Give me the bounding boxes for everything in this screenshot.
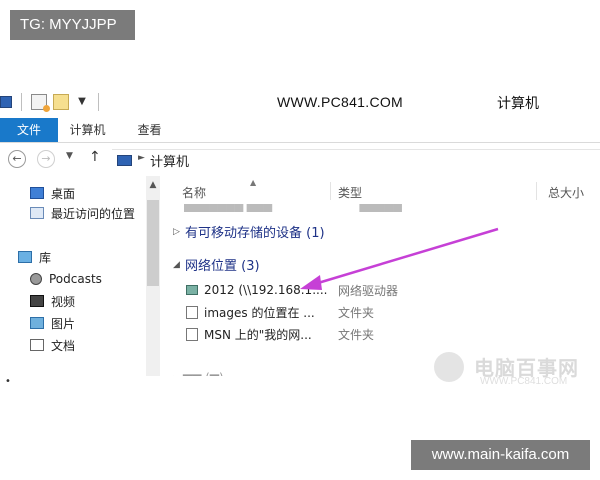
overlay-url-label: www.main-kaifa.com — [411, 440, 590, 470]
watermark-logo-icon — [434, 352, 464, 382]
watermark-url: WWW.PC841.COM — [480, 376, 568, 387]
annotation-arrow-shaft — [317, 227, 499, 285]
stray-mark: • — [5, 376, 11, 387]
watermark-logo: 电脑百事网 WWW.PC841.COM — [430, 350, 600, 390]
annotation-arrow — [300, 227, 499, 290]
annotation-arrow-head — [300, 275, 322, 290]
